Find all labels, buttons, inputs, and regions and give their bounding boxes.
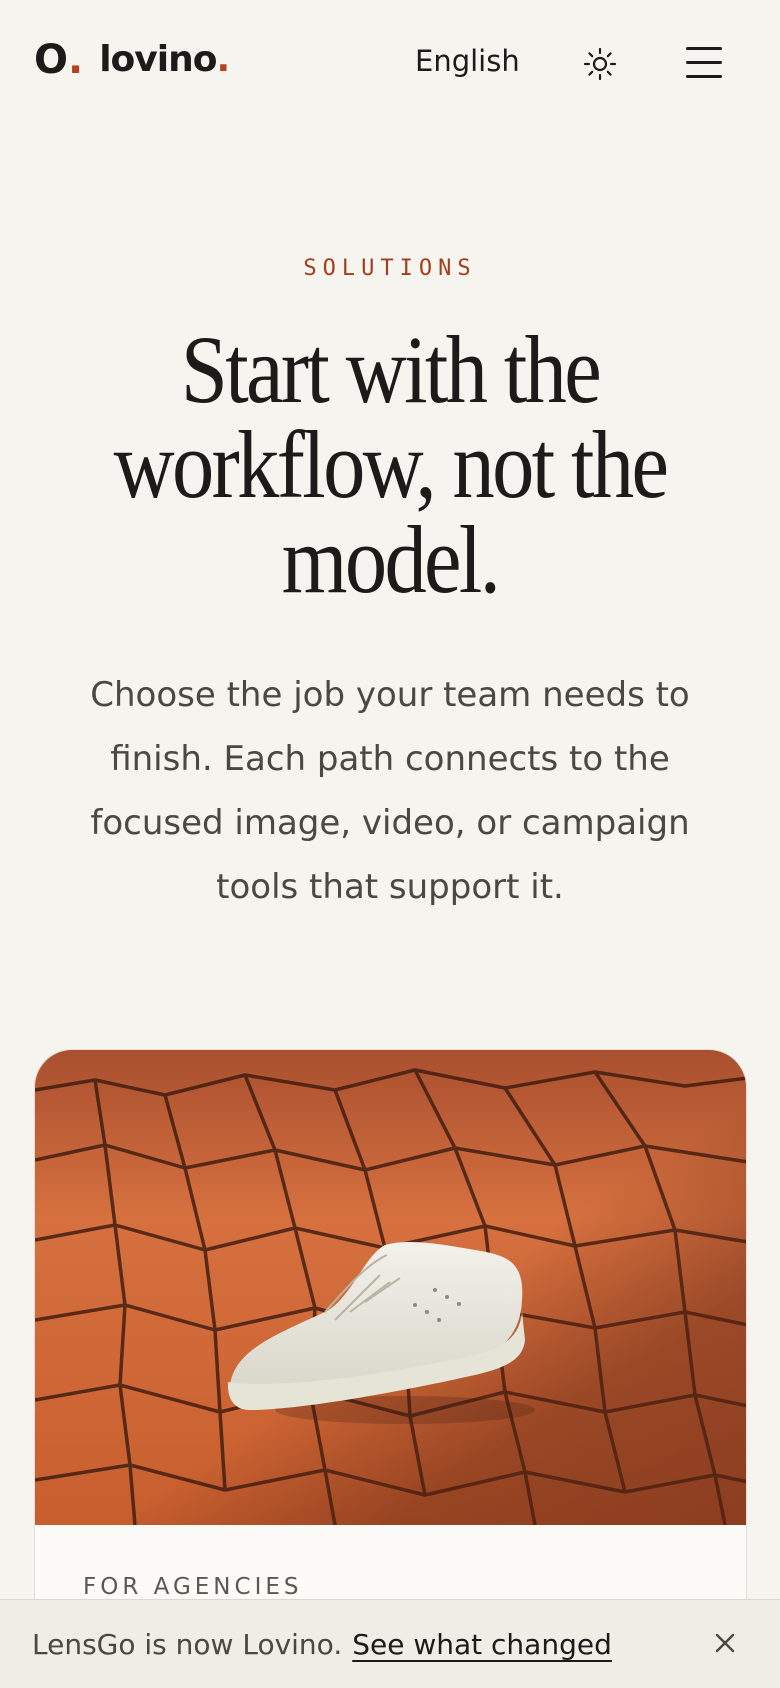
announcement-banner: LensGo is now Lovino. See what changed [0,1599,780,1688]
banner-message: LensGo is now Lovino. [32,1628,343,1661]
hamburger-menu-icon-line [686,75,722,78]
theme-toggle-button[interactable] [582,46,618,82]
solution-card-agencies[interactable]: FOR AGENCIES [34,1049,747,1688]
logo-text: lovino. [99,39,230,80]
page-title: Start with the workflow, not the model. [113,316,669,613]
banner-text: LensGo is now Lovino. See what changed [32,1628,612,1661]
card-label: FOR AGENCIES [83,1574,303,1600]
banner-close-button[interactable] [710,1628,740,1658]
close-icon [715,1633,735,1653]
sun-icon [583,47,617,81]
card-image-sneaker [35,1050,746,1525]
logo-mark: O [34,37,69,83]
site-header: O. lovino. English [0,0,780,126]
hero-description: Choose the job your team needs to finish… [90,675,690,907]
logo[interactable]: O. lovino. [34,36,230,84]
language-selector[interactable]: English [415,44,520,78]
hamburger-menu-icon-line [686,61,722,64]
hamburger-menu-icon [686,47,722,50]
section-eyebrow: SOLUTIONS [303,256,477,281]
menu-button[interactable] [684,44,724,84]
see-what-changed-link[interactable]: See what changed [352,1628,612,1661]
logo-wordmark: lovino [99,39,217,80]
page: O. lovino. English SOLUTIONS Start with … [0,0,780,1688]
logo-mark-dot: . [68,37,84,83]
logo-wordmark-dot: . [216,39,230,80]
